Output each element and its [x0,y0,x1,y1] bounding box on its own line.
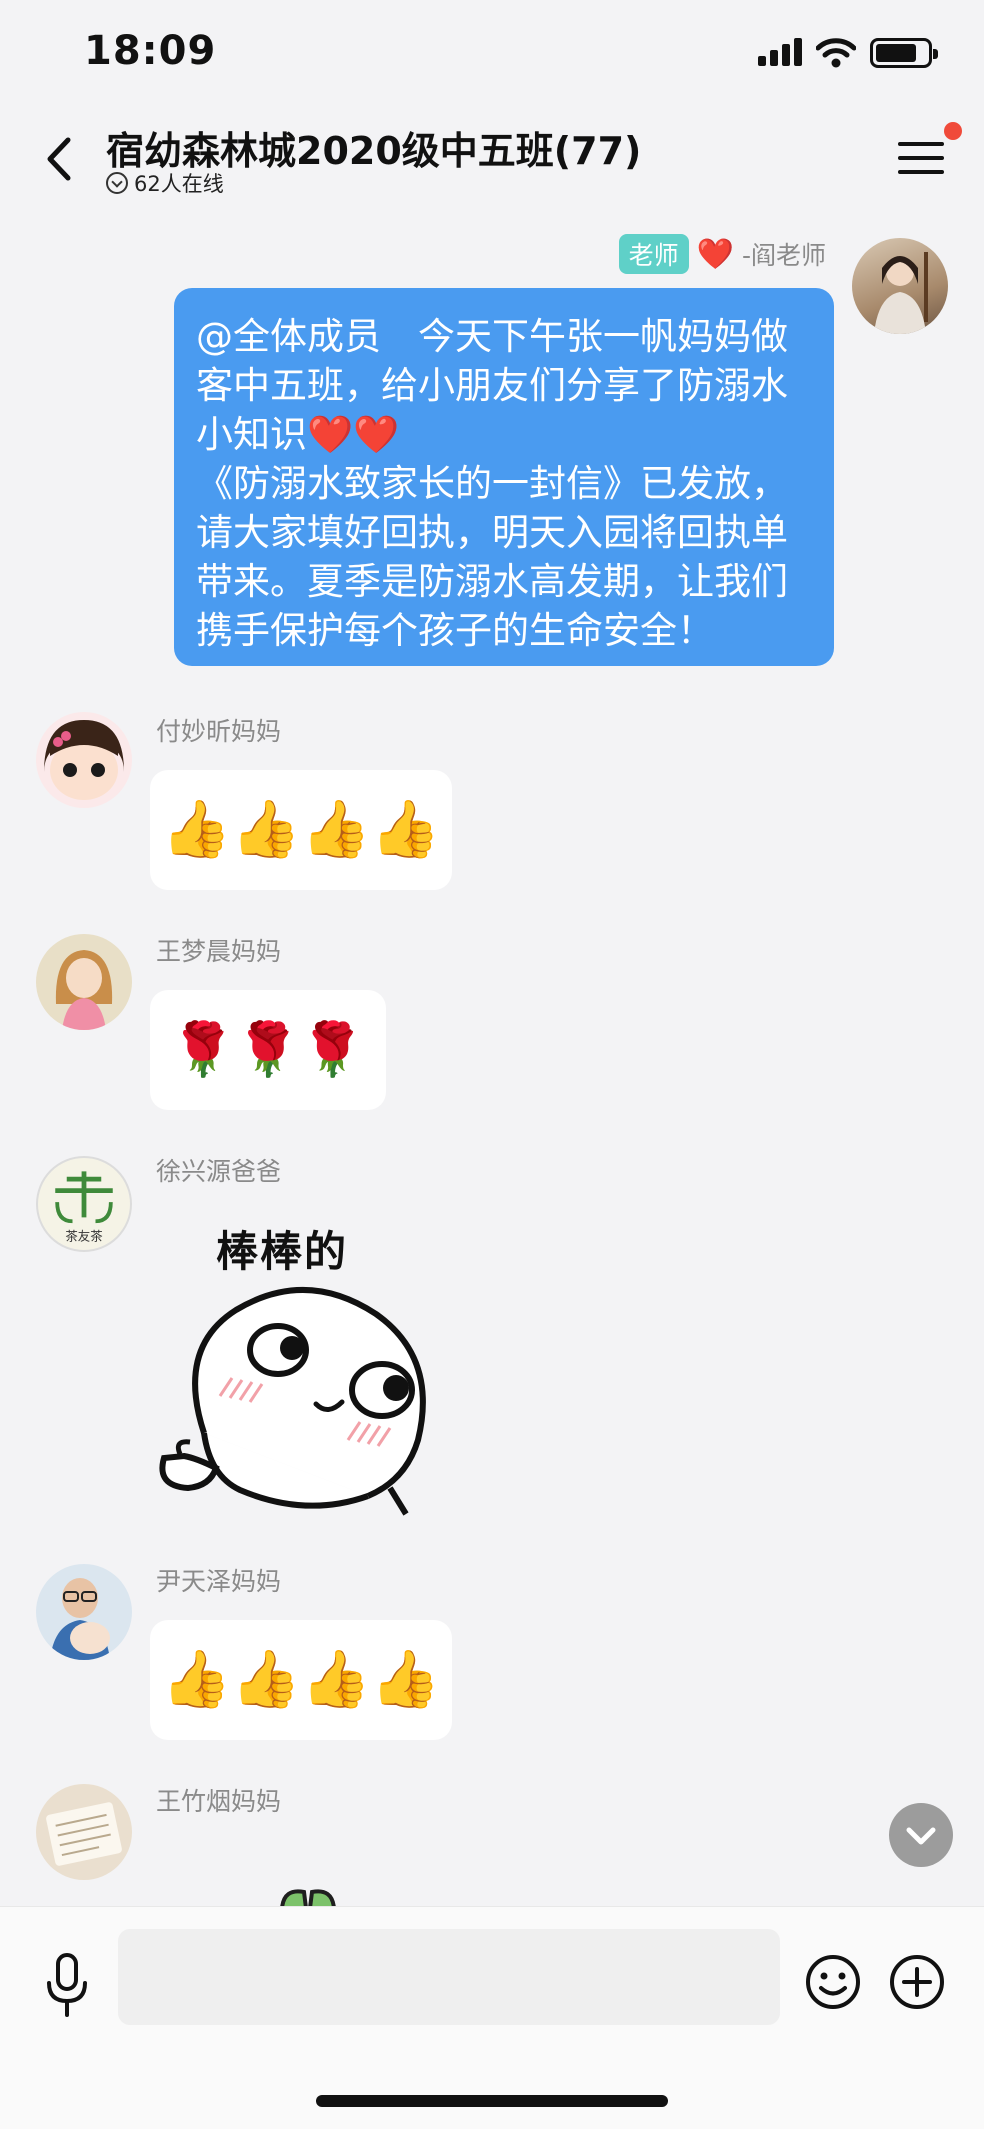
message-line: 携手保护每个孩子的生命安全！ [196,609,714,652]
notification-dot [944,122,962,140]
hamburger-menu-icon[interactable] [898,138,944,178]
battery-icon [870,38,938,68]
chevron-down-icon [906,1827,936,1845]
svg-text:茶友茶: 茶友茶 [65,1228,103,1243]
microphone-icon[interactable] [44,1953,90,2019]
home-indicator [316,2095,668,2107]
sticker-message[interactable]: 棒棒的 [156,1218,486,1520]
avatar-teacher[interactable] [852,238,948,334]
sender-name: -阎老师 [741,241,826,270]
chat-screen: 18:09 宿幼森林城2020级中五班(77) 62人在线 老师 ❤️ -阎老师… [0,0,984,2129]
message-bubble[interactable]: 🌹🌹🌹 [150,990,386,1110]
status-bar: 18:09 [0,0,984,110]
sender-name: 王竹烟妈妈 [156,1787,282,1816]
message-line: 客中五班，给小朋友们分享了防溺水 [196,364,788,407]
message-line: 小知识❤️❤️ [196,413,400,456]
avatar-user[interactable] [36,712,132,808]
heart-icon: ❤️ [696,236,734,272]
status-time: 18:09 [84,28,217,74]
avatar-user[interactable] [36,934,132,1030]
message-line: 请大家填好回执，明天入园将回执单 [196,511,788,554]
scroll-to-bottom-button[interactable] [889,1803,953,1867]
sender-name: 徐兴源爸爸 [156,1157,282,1186]
role-badge: 老师 [618,234,689,274]
sender-name: 尹天泽妈妈 [156,1567,282,1596]
avatar-user[interactable] [36,1784,132,1880]
message-bubble-teacher[interactable]: @全体成员 今天下午张一帆妈妈做 客中五班，给小朋友们分享了防溺水 小知识❤️❤… [174,288,834,666]
sender-row-teacher: 老师 ❤️ -阎老师 [618,234,826,274]
avatar-user[interactable]: 茶友茶 [36,1156,132,1252]
heart-emoji: ❤️❤️ [307,413,400,456]
plus-circle-icon[interactable] [888,1953,946,2011]
clock-icon [106,172,128,194]
sender-name: 王梦晨妈妈 [156,937,282,966]
thumbs-up-emoji: 👍👍👍👍 [161,797,441,862]
online-count: 62人在线 [134,172,224,196]
avatar-user[interactable] [36,1564,132,1660]
cellular-signal-icon [758,38,804,66]
back-chevron-icon[interactable] [40,134,80,184]
online-status: 62人在线 [106,168,224,198]
wifi-icon [816,38,856,68]
sticker-face-icon [159,1286,426,1516]
group-title: 宿幼森林城2020级中五班(77) [106,129,642,173]
smiley-icon[interactable] [804,1953,862,2011]
message-input[interactable] [118,1929,780,2025]
message-bubble[interactable]: 👍👍👍👍 [150,1620,452,1740]
sticker-partial [279,1889,337,1908]
thumbs-up-emoji: 👍👍👍👍 [161,1647,441,1712]
sender-name: 付妙昕妈妈 [156,717,282,746]
chat-header: 宿幼森林城2020级中五班(77) 62人在线 [0,110,984,210]
message-line: 带来。夏季是防溺水高发期，让我们 [196,560,788,603]
message-bubble[interactable]: 👍👍👍👍 [150,770,452,890]
message-line: 《防溺水致家长的一封信》已发放， [196,462,788,505]
message-line: @全体成员 今天下午张一帆妈妈做 [196,315,788,358]
rose-emoji: 🌹🌹🌹 [170,1020,366,1080]
